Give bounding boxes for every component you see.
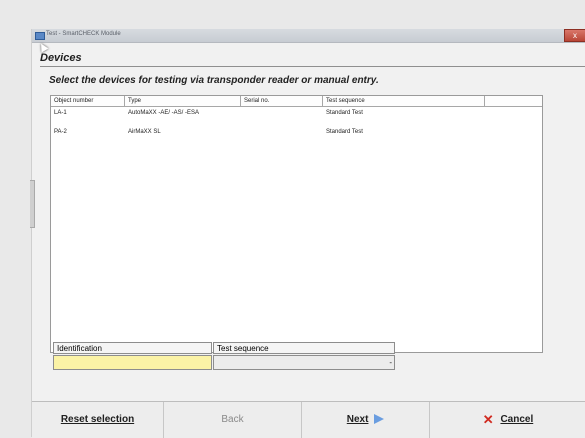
identification-label: Identification [53,342,212,354]
back-button[interactable]: Back [164,402,302,438]
table-header: Object number Type Serial no. Test seque… [51,96,542,107]
column-header-object-number[interactable]: Object number [51,96,125,106]
test-sequence-label: Test sequence [213,342,395,354]
test-sequence-select[interactable]: - [213,355,395,370]
test-sequence-cell: Standard Test [326,129,363,135]
close-x-icon: ✕ [482,411,494,427]
column-header-test-sequence[interactable]: Test sequence [323,96,485,106]
column-header-serial-no[interactable]: Serial no. [241,96,323,106]
cancel-label: Cancel [500,414,534,425]
page-subtitle: Select the devices for testing via trans… [49,75,379,86]
arrow-right-icon [374,414,385,425]
mouse-cursor-icon [37,41,49,53]
table-row[interactable]: LA-1 AutoMaXX -AE/ -AS/ -ESA Standard Te… [51,108,542,118]
reset-selection-button[interactable]: Reset selection [32,402,164,438]
title-bar: Test - SmartCHECK Module x [32,29,585,43]
column-header-type[interactable]: Type [125,96,241,106]
page-title: Devices [40,52,82,64]
window-close-button[interactable]: x [564,29,585,42]
footer-button-bar: Reset selection Back Next ✕ Cancel [32,401,585,438]
type-cell: AirMaXX SL [128,129,161,135]
next-button[interactable]: Next [302,402,430,438]
back-label: Back [221,414,244,425]
object-number-cell: PA-2 [54,129,67,135]
heading-divider [40,66,585,67]
object-number-cell: LA-1 [54,110,67,116]
window-title: Test - SmartCHECK Module [46,31,121,37]
table-row[interactable]: PA-2 AirMaXX SL Standard Test [51,127,542,137]
identification-input[interactable] [53,355,212,370]
dropdown-icon[interactable]: - [389,357,392,368]
type-cell: AutoMaXX -AE/ -AS/ -ESA [128,110,200,116]
reset-selection-label: Reset selection [60,414,135,425]
cancel-button[interactable]: ✕ Cancel [430,402,585,438]
side-drag-handle[interactable] [30,180,35,228]
app-window: Test - SmartCHECK Module x Devices Selec… [31,29,585,438]
devices-table[interactable]: Object number Type Serial no. Test seque… [50,95,543,353]
app-icon [35,32,45,40]
next-label: Next [346,414,369,425]
test-sequence-cell: Standard Test [326,110,363,116]
